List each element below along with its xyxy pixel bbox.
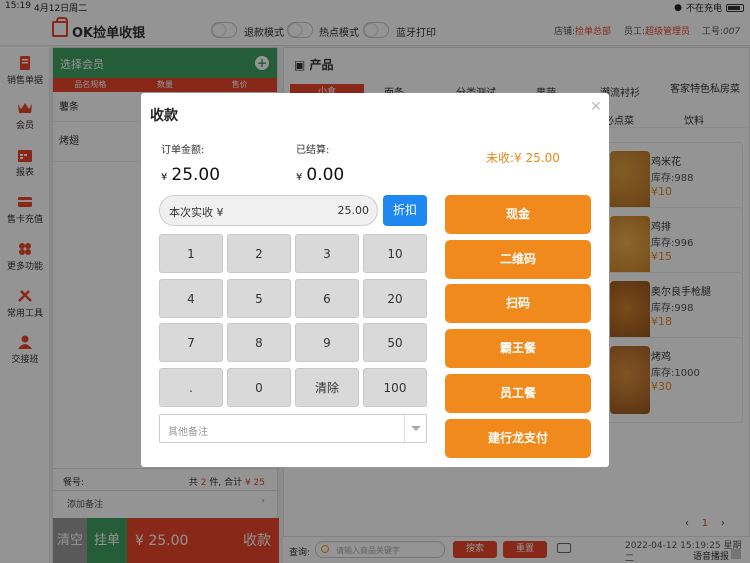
order-amount: ¥25.00 <box>161 165 221 185</box>
keypad-key[interactable]: 20 <box>363 279 427 318</box>
keypad-key[interactable]: 50 <box>363 323 427 362</box>
pay-scan-button[interactable]: 扫码 <box>445 284 591 323</box>
payment-modal: 收款 ✕ 订单金额: ¥25.00 已结算: ¥0.00 未收:¥ 25.00 … <box>141 93 609 467</box>
keypad-key[interactable]: 10 <box>363 234 427 273</box>
keypad-key[interactable]: 6 <box>295 279 359 318</box>
keypad-key[interactable]: 8 <box>227 323 291 362</box>
close-icon[interactable]: ✕ <box>590 99 602 115</box>
keypad-key[interactable]: 0 <box>227 368 291 407</box>
discount-button[interactable]: 折扣 <box>383 195 427 226</box>
keypad-key[interactable]: 2 <box>227 234 291 273</box>
keypad-key[interactable]: 9 <box>295 323 359 362</box>
keypad-key[interactable]: 4 <box>159 279 223 318</box>
keypad-key[interactable]: 5 <box>227 279 291 318</box>
pay-qr-code-button[interactable]: 二维码 <box>445 240 591 279</box>
pay-staff-meal-button[interactable]: 员工餐 <box>445 374 591 413</box>
pay-ccb-longpay-button[interactable]: 建行龙支付 <box>445 419 591 458</box>
settled-label: 已结算: <box>296 145 330 156</box>
keypad-key[interactable]: 3 <box>295 234 359 273</box>
pay-free-meal-button[interactable]: 霸王餐 <box>445 329 591 368</box>
modal-title: 收款 <box>150 108 178 124</box>
keypad-key[interactable]: 100 <box>363 368 427 407</box>
pay-cash-button[interactable]: 现金 <box>445 195 591 234</box>
settled-amount: ¥0.00 <box>296 165 345 185</box>
keypad-key[interactable]: 7 <box>159 323 223 362</box>
order-amount-label: 订单金额: <box>161 145 205 156</box>
other-note-select[interactable]: 其他备注 <box>159 414 427 443</box>
keypad-clear-key[interactable]: 清除 <box>295 368 359 407</box>
chevron-down-icon <box>404 415 426 442</box>
keypad-key[interactable]: . <box>159 368 223 407</box>
keypad-key[interactable]: 1 <box>159 234 223 273</box>
unpaid-amount: 未收:¥ 25.00 <box>486 151 560 165</box>
received-amount-input[interactable]: 本次实收 ¥ 25.00 <box>159 195 378 226</box>
